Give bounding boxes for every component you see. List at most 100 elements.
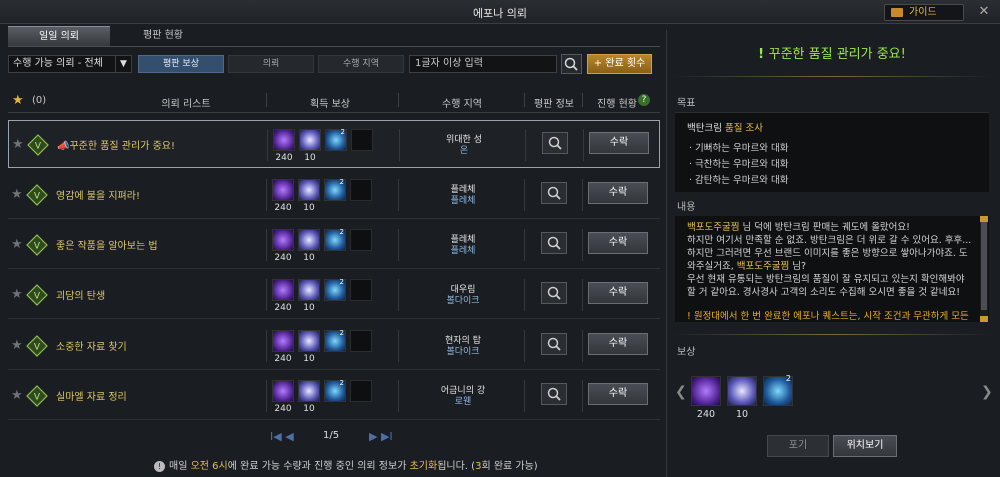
search-icon xyxy=(547,286,561,300)
search-input[interactable]: 1글자 이상 입력 xyxy=(409,55,557,73)
panel-divider xyxy=(666,30,667,477)
reward-qty: 10 xyxy=(735,409,749,420)
quest-name[interactable]: 영감에 불을 지펴라! xyxy=(56,187,140,202)
tab-daily[interactable]: 일일 의뢰 xyxy=(8,26,110,46)
content-line: 하지만 여기서 만족할 순 없죠. 방탄크림은 더 위로 갈 수 있어요. 후후… xyxy=(687,235,972,246)
divider xyxy=(671,334,993,335)
accept-button[interactable]: 수락 xyxy=(588,333,648,355)
quest-row[interactable]: ★ V 실마엘 자료 정리 240 10 2 어금니의 강 로웬 수락 xyxy=(8,372,660,420)
quest-name[interactable]: 📣꾸준한 품질 관리가 중요! xyxy=(57,137,175,152)
search-icon xyxy=(548,136,562,150)
quest-icon: V xyxy=(26,184,48,206)
reward-item-icon[interactable] xyxy=(299,129,321,151)
col-list: 의뢰 리스트 xyxy=(161,99,211,110)
goal-label: 목표 xyxy=(677,98,696,109)
quest-row[interactable]: ★ V 괴담의 탄생 240 10 2 대우림 볼다이크 수락 xyxy=(8,271,660,319)
reward-qty: 10 xyxy=(303,354,315,364)
content-scrollbar[interactable] xyxy=(980,216,988,322)
next-page-button[interactable]: ▶ ▶I xyxy=(369,430,393,443)
reward-item-icon[interactable]: 2 xyxy=(324,278,346,301)
reward-qty: 240 xyxy=(274,253,292,263)
reward-item-icon[interactable] xyxy=(298,279,320,301)
reputation-info-button[interactable] xyxy=(541,333,567,355)
content-line: 하지만 그러려면 우선 브랜드 이미지를 좋은 방향으로 쌓아나가야죠. 도 xyxy=(687,248,968,259)
tab-reputation[interactable]: 평판 현황 xyxy=(112,26,214,46)
region-info: 현자의 탑 볼다이크 xyxy=(445,336,481,357)
close-icon[interactable]: ✕ xyxy=(975,3,993,21)
favorite-star-icon[interactable]: ★ xyxy=(11,237,23,252)
guide-button[interactable]: 가이드 xyxy=(884,4,964,21)
search-button[interactable] xyxy=(561,54,582,74)
complete-count-button[interactable]: + 완료 횟수 xyxy=(587,54,652,74)
favorite-star-icon[interactable]: ★ xyxy=(11,287,23,302)
svg-text:V: V xyxy=(34,393,41,403)
reward-item-icon[interactable] xyxy=(298,380,320,402)
quest-name[interactable]: 괴담의 탄생 xyxy=(56,287,105,302)
quest-row[interactable]: ★ V 영감에 불을 지펴라! 240 10 2 플레체 플레체 수락 xyxy=(8,171,660,219)
favorite-star-icon[interactable]: ★ xyxy=(12,137,24,152)
reward-item-icon[interactable]: 2 xyxy=(325,128,347,151)
reputation-info-button[interactable] xyxy=(542,132,568,154)
reward-item-icon[interactable] xyxy=(272,229,294,251)
reward-qty: 10 xyxy=(303,253,315,263)
search-icon xyxy=(547,337,561,351)
reward-qty: 240 xyxy=(274,303,292,313)
reward-item-icon[interactable]: 2 xyxy=(324,329,346,352)
empty-reward-slot xyxy=(350,330,372,352)
quest-icon: V xyxy=(26,335,48,357)
reward-qty: 10 xyxy=(303,303,315,313)
first-page-button[interactable]: I◀ ◀ xyxy=(270,430,294,443)
favorite-star-icon[interactable]: ★ xyxy=(11,388,23,403)
guide-label: 가이드 xyxy=(909,7,937,18)
filter-value: 수행 가능 의뢰 - 전체 xyxy=(13,58,103,69)
quest-row[interactable]: ★ V 📣꾸준한 품질 관리가 중요! 240 10 2 위대한 성 온 수락 xyxy=(8,120,660,168)
reward-item-icon[interactable] xyxy=(298,229,320,251)
reward-item-icon[interactable] xyxy=(691,376,721,406)
quest-name[interactable]: 좋은 작품을 알아보는 법 xyxy=(56,237,158,252)
reputation-info-button[interactable] xyxy=(541,232,567,254)
reward-item-icon[interactable]: 2 xyxy=(763,374,793,406)
reward-prev-arrow[interactable]: ❮ xyxy=(675,384,687,400)
reward-qty: 240 xyxy=(275,153,293,163)
give-up-button[interactable]: 포기 xyxy=(767,435,829,457)
favorite-star-icon[interactable]: ★ xyxy=(11,187,23,202)
seg-reputation-reward[interactable]: 평판 보상 xyxy=(138,55,224,73)
filter-select[interactable]: 수행 가능 의뢰 - 전체 ▼ xyxy=(8,55,132,73)
reward-item-icon[interactable]: 2 xyxy=(324,228,346,251)
quest-name[interactable]: 실마엘 자료 정리 xyxy=(56,388,127,403)
reward-next-arrow[interactable]: ❯ xyxy=(981,384,993,400)
reward-item-icon[interactable] xyxy=(298,330,320,352)
reward-item-icon[interactable] xyxy=(298,179,320,201)
favorite-star-icon[interactable]: ★ xyxy=(11,338,23,353)
reward-item-icon[interactable] xyxy=(272,179,294,201)
reputation-info-button[interactable] xyxy=(541,282,567,304)
detail-title: ! 꾸준한 품질 관리가 중요! xyxy=(758,47,906,62)
reward-item-icon[interactable] xyxy=(272,330,294,352)
content-line: 백포도주굴찜 님 덕에 방탄크림 판매는 궤도에 올랐어요! xyxy=(687,222,910,233)
help-icon[interactable]: ? xyxy=(638,94,650,106)
accept-button[interactable]: 수락 xyxy=(588,383,648,405)
seg-request[interactable]: 의뢰 xyxy=(228,55,314,73)
region-info: 플레체 플레체 xyxy=(450,235,476,256)
reward-item-icon[interactable] xyxy=(727,376,757,406)
reward-item-icon[interactable]: 2 xyxy=(324,178,346,201)
seg-region[interactable]: 수행 지역 xyxy=(318,55,404,73)
reward-item-icon[interactable] xyxy=(273,129,295,151)
svg-text:V: V xyxy=(34,343,41,353)
accept-button[interactable]: 수락 xyxy=(588,282,648,304)
quest-row[interactable]: ★ V 소중한 자료 찾기 240 10 2 현자의 탑 볼다이크 수락 xyxy=(8,322,660,370)
accept-button[interactable]: 수락 xyxy=(588,232,648,254)
reward-item-icon[interactable]: 2 xyxy=(324,379,346,402)
chevron-down-icon[interactable]: ▼ xyxy=(115,56,131,72)
locate-button[interactable]: 위치보기 xyxy=(833,435,897,457)
reward-item-icon[interactable] xyxy=(272,279,294,301)
quest-name[interactable]: 소중한 자료 찾기 xyxy=(56,338,127,353)
quest-row[interactable]: ★ V 좋은 작품을 알아보는 법 240 10 2 플레체 플레체 수락 xyxy=(8,221,660,269)
reputation-info-button[interactable] xyxy=(541,182,567,204)
reward-qty: 10 xyxy=(303,203,315,213)
accept-button[interactable]: 수락 xyxy=(589,132,649,154)
reward-item-icon[interactable] xyxy=(272,380,294,402)
star-icon[interactable]: ★ xyxy=(12,93,24,108)
reputation-info-button[interactable] xyxy=(541,383,567,405)
accept-button[interactable]: 수락 xyxy=(588,182,648,204)
